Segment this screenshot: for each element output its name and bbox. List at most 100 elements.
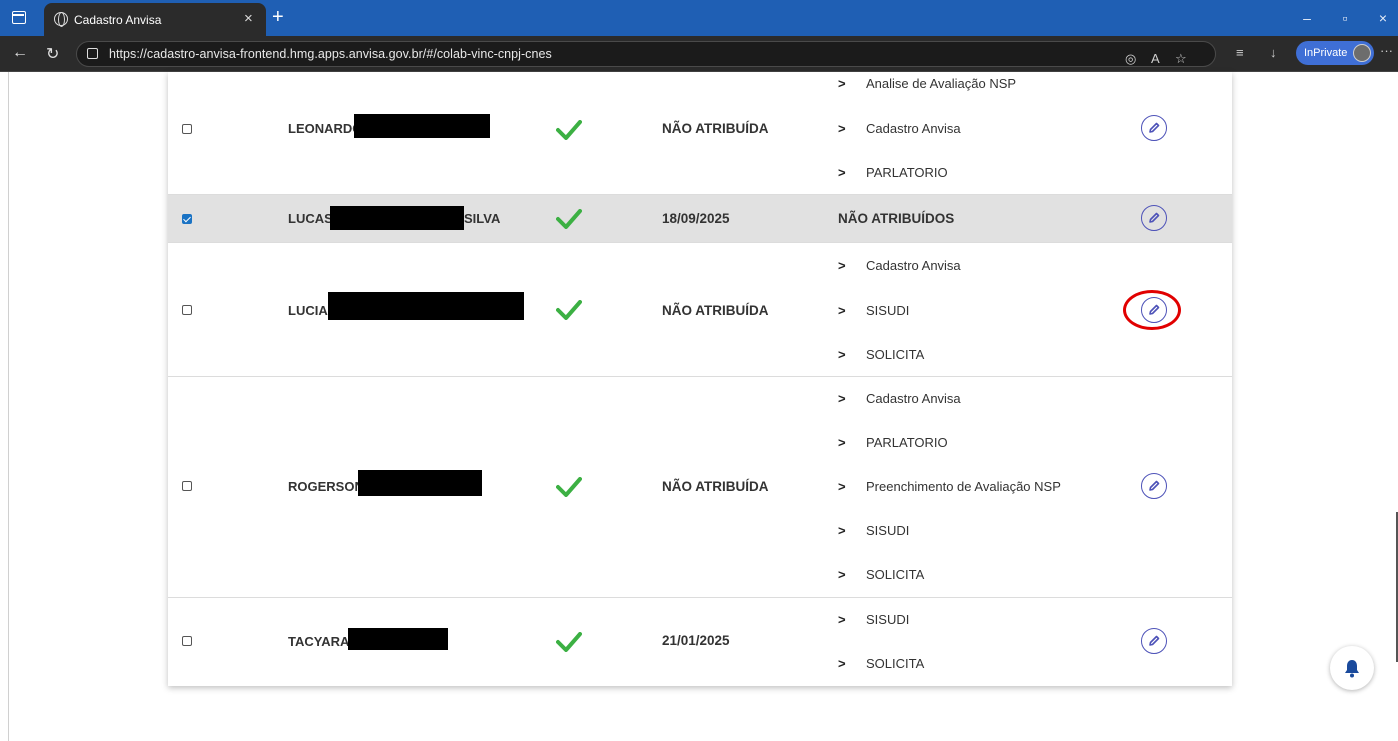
permission-label: PARLATORIO: [866, 165, 948, 180]
table-row: ROGERSON NÃO ATRIBUÍDA > Cadastro Anvisa …: [168, 377, 1232, 598]
tab-actions-icon[interactable]: [12, 11, 26, 24]
chevron-right-icon: >: [838, 165, 846, 180]
more-menu-icon[interactable]: ···: [1380, 43, 1393, 58]
checkmark-icon: [556, 632, 582, 652]
assignment-date: NÃO ATRIBUÍDA: [662, 121, 769, 136]
row-checkbox[interactable]: [182, 124, 192, 134]
permission-item[interactable]: > Cadastro Anvisa: [838, 258, 961, 273]
tracking-icon[interactable]: ◎: [1125, 51, 1136, 67]
chevron-right-icon: >: [838, 435, 846, 450]
globe-icon: [54, 12, 68, 27]
no-permissions-label: NÃO ATRIBUÍDOS: [838, 211, 955, 226]
row-checkbox[interactable]: [182, 481, 192, 491]
user-name-suffix: SILVA: [464, 211, 501, 226]
permission-item[interactable]: > SOLICITA: [838, 347, 924, 362]
permission-item[interactable]: > SOLICITA: [838, 656, 924, 671]
tab-title: Cadastro Anvisa: [74, 13, 162, 27]
favorite-star-icon[interactable]: ☆: [1175, 51, 1187, 67]
chevron-right-icon: >: [838, 258, 846, 273]
notifications-button[interactable]: [1330, 646, 1374, 690]
avatar: [1353, 44, 1371, 62]
permission-item[interactable]: > SISUDI: [838, 523, 909, 538]
url-field[interactable]: https://cadastro-anvisa-frontend.hmg.app…: [76, 41, 1216, 67]
permission-item[interactable]: > Cadastro Anvisa: [838, 121, 961, 136]
assignment-date: NÃO ATRIBUÍDA: [662, 303, 769, 318]
redaction-bar: [358, 470, 482, 496]
redaction-bar: [328, 292, 524, 320]
chevron-right-icon: >: [838, 567, 846, 582]
downloads-icon[interactable]: ↓: [1270, 45, 1277, 60]
edit-button[interactable]: [1141, 205, 1167, 231]
assignment-date: 18/09/2025: [662, 211, 730, 226]
permission-label: Cadastro Anvisa: [866, 391, 961, 406]
checkmark-icon: [556, 477, 582, 497]
chevron-right-icon: >: [838, 391, 846, 406]
browser-tab-bar: Cadastro Anvisa × + – ▫ ×: [0, 0, 1398, 36]
minimize-button[interactable]: –: [1296, 8, 1318, 28]
chevron-right-icon: >: [838, 479, 846, 494]
permission-item[interactable]: > PARLATORIO: [838, 165, 948, 180]
permission-item[interactable]: > SISUDI: [838, 612, 909, 627]
assignment-date: 21/01/2025: [662, 633, 730, 648]
permission-label: SOLICITA: [866, 656, 925, 671]
permission-label: Analise de Avaliação NSP: [866, 76, 1017, 91]
permission-item[interactable]: > Analise de Avaliação NSP: [838, 76, 1016, 91]
url-text[interactable]: https://cadastro-anvisa-frontend.hmg.app…: [109, 47, 552, 61]
chevron-right-icon: >: [838, 303, 846, 318]
user-name: LUCAS: [288, 211, 333, 226]
table-row: LUCAS SILVA 18/09/2025 NÃO ATRIBUÍDOS: [168, 195, 1232, 243]
inprivate-badge[interactable]: InPrivate: [1296, 41, 1374, 65]
divider: [8, 72, 9, 741]
pencil-icon: [1149, 122, 1160, 133]
table-row: TACYARA 21/01/2025 > SISUDI > SOLICITA: [168, 598, 1232, 686]
read-aloud-icon[interactable]: A: [1151, 51, 1160, 66]
chevron-right-icon: >: [838, 523, 846, 538]
refresh-icon[interactable]: ↻: [46, 44, 59, 64]
row-checkbox[interactable]: [182, 636, 192, 646]
pencil-icon: [1149, 480, 1160, 491]
permission-label: Cadastro Anvisa: [866, 258, 961, 273]
checkmark-icon: [556, 120, 582, 140]
edit-button[interactable]: [1141, 115, 1167, 141]
redaction-bar: [348, 628, 448, 650]
permission-label: SISUDI: [866, 612, 910, 627]
lock-icon[interactable]: [87, 48, 98, 59]
assignment-date: NÃO ATRIBUÍDA: [662, 479, 769, 494]
user-name: ROGERSON: [288, 479, 364, 494]
row-checkbox[interactable]: [182, 214, 192, 224]
chevron-right-icon: >: [838, 612, 846, 627]
inprivate-label: InPrivate: [1304, 47, 1348, 59]
close-window-button[interactable]: ×: [1372, 8, 1394, 28]
user-name: TACYARA: [288, 634, 350, 649]
restore-button[interactable]: ▫: [1334, 8, 1356, 28]
address-bar: ← ↻ https://cadastro-anvisa-frontend.hmg…: [0, 36, 1398, 72]
highlight-annotation: [1123, 290, 1181, 330]
table-row: LUCIA NÃO ATRIBUÍDA > Cadastro Anvisa > SI…: [168, 243, 1232, 377]
permission-label: Preenchimento de Avaliação NSP: [866, 479, 1061, 494]
permission-item[interactable]: > Cadastro Anvisa: [838, 391, 961, 406]
tab-close-button[interactable]: ×: [244, 10, 253, 27]
permission-item[interactable]: > SOLICITA: [838, 567, 924, 582]
page-content: LEONARDO NÃO ATRIBUÍDA > Analise de Avali…: [0, 72, 1398, 741]
chevron-right-icon: >: [838, 121, 846, 136]
user-name: LUCIA: [288, 303, 328, 318]
permission-item[interactable]: > PARLATORIO: [838, 435, 948, 450]
browser-tab[interactable]: Cadastro Anvisa ×: [44, 3, 266, 36]
row-checkbox[interactable]: [182, 305, 192, 315]
favorites-icon[interactable]: ≡: [1236, 45, 1244, 60]
bell-icon: [1345, 660, 1359, 678]
back-icon[interactable]: ←: [12, 44, 28, 62]
chevron-right-icon: >: [838, 76, 846, 91]
permission-label: SOLICITA: [866, 567, 925, 582]
users-table: LEONARDO NÃO ATRIBUÍDA > Analise de Avali…: [168, 72, 1232, 686]
table-row: LEONARDO NÃO ATRIBUÍDA > Analise de Avali…: [168, 72, 1232, 195]
redaction-bar: [354, 114, 490, 138]
permission-item[interactable]: > SISUDI: [838, 303, 909, 318]
permission-item[interactable]: > Preenchimento de Avaliação NSP: [838, 479, 1061, 494]
permission-label: SOLICITA: [866, 347, 925, 362]
new-tab-button[interactable]: +: [272, 6, 284, 28]
chevron-right-icon: >: [838, 656, 846, 671]
edit-button[interactable]: [1141, 628, 1167, 654]
permission-label: Cadastro Anvisa: [866, 121, 961, 136]
edit-button[interactable]: [1141, 473, 1167, 499]
